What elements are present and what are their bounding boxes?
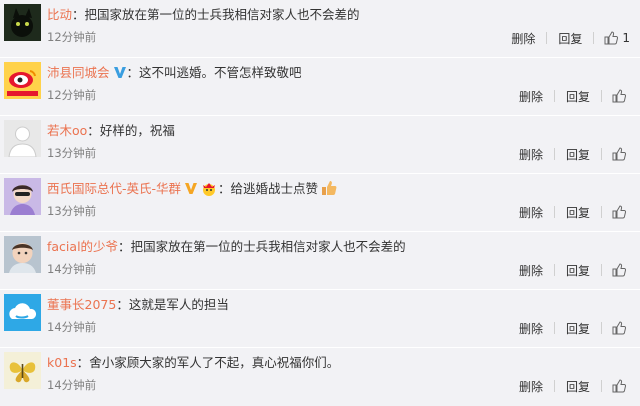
comment-time: 14分钟前 [47,262,97,276]
comment-text: 好样的，祝福 [99,123,175,138]
thumbs-up-icon [612,205,630,219]
comment-actions: 删除 回复 [518,88,630,104]
like-count: 1 [622,31,630,45]
divider [553,380,555,392]
divider [601,380,602,392]
user-avatar[interactable] [4,294,41,331]
thumbs-up-icon [612,89,630,103]
comment-username[interactable]: 西氏国际总代-英氏-华群 [47,181,181,196]
comment-username[interactable]: k01s [47,355,77,370]
divider [553,90,555,102]
user-avatar[interactable] [4,62,41,99]
verified-v-icon [113,65,127,79]
comment-actions: 删除 回复 1 [510,30,630,46]
like-button[interactable] [612,321,630,335]
comment-actions: 删除 回复 [518,262,630,278]
comment-time: 13分钟前 [47,204,97,218]
comment-actions: 删除 回复 [518,320,630,336]
comment-username[interactable]: 比动 [47,7,72,22]
comment-text: 把国家放在第一位的士兵我相信对家人也不会差的 [130,239,406,254]
divider [601,322,602,334]
comment-item: 董事长2075：这就是军人的担当 14分钟前 删除 回复 [0,290,640,348]
delete-button[interactable]: 删除 [518,320,544,337]
thumbs-up-emoji-icon [320,180,338,196]
comment-actions: 删除 回复 [518,146,630,162]
comment-username[interactable]: facial的少爷 [47,239,118,254]
user-avatar[interactable] [4,120,41,157]
colon: ： [118,239,131,254]
divider [553,264,555,276]
thumbs-up-icon [612,321,630,335]
user-avatar[interactable] [4,178,41,215]
colon: ： [87,123,100,138]
divider [593,32,595,44]
comment-text: 舍小家顾大家的军人了不起，真心祝福你们。 [89,355,340,370]
comment-actions: 删除 回复 [518,378,630,394]
reply-button[interactable]: 回复 [565,146,591,163]
comment-username[interactable]: 若木oo [47,123,87,138]
like-button[interactable] [612,263,630,277]
crown-emoji-icon [200,180,218,196]
comment-username[interactable]: 沛县同城会 [47,65,110,80]
like-button[interactable] [612,205,630,219]
divider [601,206,602,218]
reply-button[interactable]: 回复 [565,88,591,105]
comment-time: 13分钟前 [47,146,97,160]
comment-text: 把国家放在第一位的士兵我相信对家人也不会差的 [84,7,360,22]
colon: ： [126,65,140,80]
reply-button[interactable]: 回复 [565,378,591,395]
reply-button[interactable]: 回复 [557,30,583,47]
user-avatar[interactable] [4,352,41,389]
comment-item: 若木oo：好样的，祝福 13分钟前 删除 回复 [0,116,640,174]
divider [553,148,555,160]
thumbs-up-icon [612,147,630,161]
reply-button[interactable]: 回复 [565,204,591,221]
comment-username[interactable]: 董事长2075 [47,297,116,312]
colon: ： [72,7,85,22]
colon: ： [218,181,231,196]
thumbs-up-icon [612,263,630,277]
comment-time: 14分钟前 [47,378,97,392]
colon: ： [76,355,90,370]
like-button[interactable] [612,379,630,393]
delete-button[interactable]: 删除 [510,30,536,47]
comment-time: 14分钟前 [47,320,97,334]
comment-list: 比动：把国家放在第一位的士兵我相信对家人也不会差的 12分钟前 删除 回复 1 … [0,0,640,406]
like-button[interactable]: 1 [604,31,630,45]
reply-button[interactable]: 回复 [565,262,591,279]
divider [553,206,555,218]
thumbs-up-icon [604,31,622,45]
thumbs-up-icon [612,379,630,393]
delete-button[interactable]: 删除 [518,88,544,105]
comment-time: 12分钟前 [47,88,97,102]
colon: ： [116,297,129,312]
like-button[interactable] [612,147,630,161]
comment-item: facial的少爷：把国家放在第一位的士兵我相信对家人也不会差的 14分钟前 删… [0,232,640,290]
delete-button[interactable]: 删除 [518,262,544,279]
user-avatar[interactable] [4,4,41,41]
comment-item: 沛县同城会 ：这不叫逃婚。不管怎样致敬吧 12分钟前 删除 回复 [0,58,640,116]
divider [553,322,555,334]
divider [601,264,602,276]
comment-text: 给逃婚战士点赞 [230,181,319,196]
verified-v-icon [184,181,198,195]
comment-text: 这就是军人的担当 [128,297,229,312]
divider [546,32,548,44]
delete-button[interactable]: 删除 [518,146,544,163]
user-avatar[interactable] [4,236,41,273]
comment-actions: 删除 回复 [518,204,630,220]
reply-button[interactable]: 回复 [565,320,591,337]
divider [601,90,602,102]
comment-item: 西氏国际总代-英氏-华群 ：给逃婚战士点赞 13分钟前 删除 回复 [0,174,640,232]
comment-time: 12分钟前 [47,30,97,44]
delete-button[interactable]: 删除 [518,378,544,395]
delete-button[interactable]: 删除 [518,204,544,221]
comment-item: k01s：舍小家顾大家的军人了不起，真心祝福你们。 14分钟前 删除 回复 [0,348,640,406]
comment-item: 比动：把国家放在第一位的士兵我相信对家人也不会差的 12分钟前 删除 回复 1 [0,0,640,58]
like-button[interactable] [612,89,630,103]
divider [601,148,602,160]
comment-text: 这不叫逃婚。不管怎样致敬吧 [139,65,302,80]
